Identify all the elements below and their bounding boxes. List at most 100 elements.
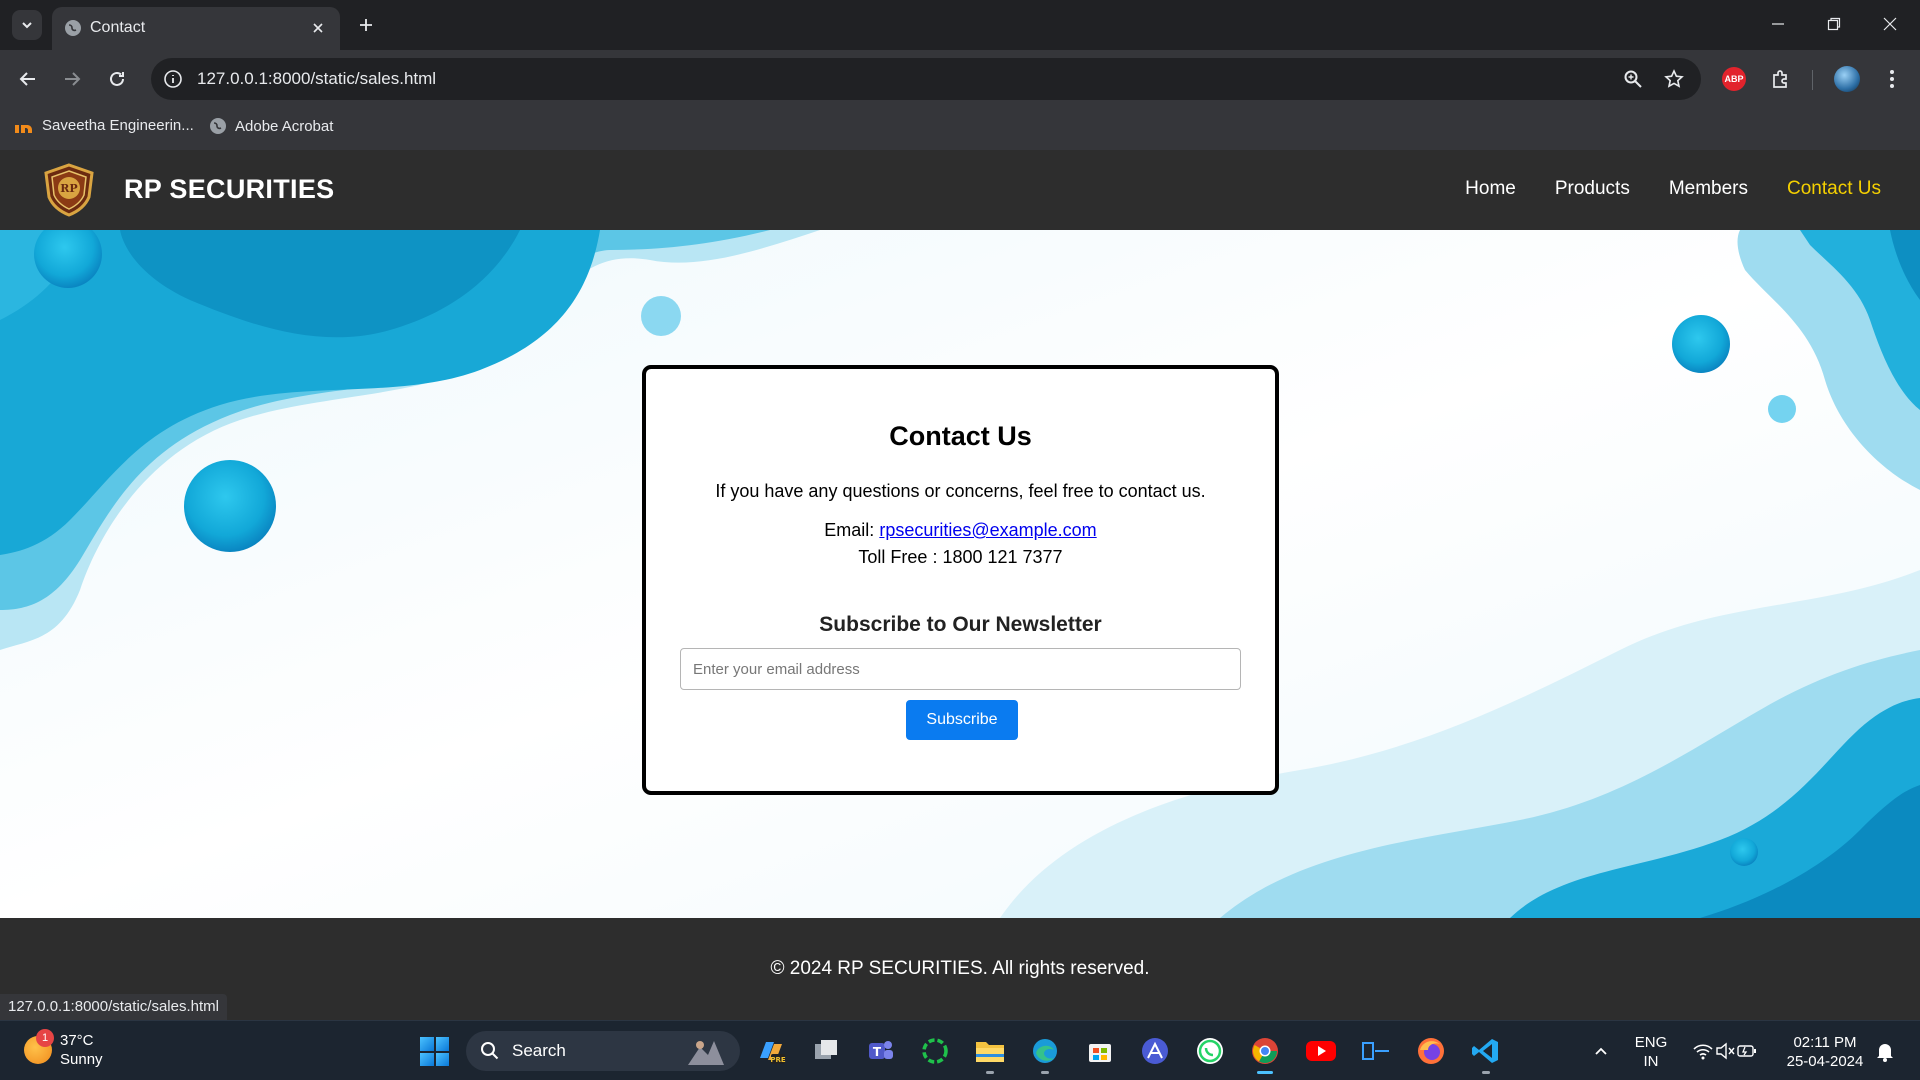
start-button[interactable] [420, 1037, 449, 1066]
bookmark-adobe-acrobat[interactable]: Adobe Acrobat [209, 117, 333, 135]
nav-contact-us[interactable]: Contact Us [1787, 178, 1881, 200]
reload-button[interactable] [99, 61, 135, 97]
bookmark-label: Adobe Acrobat [235, 117, 334, 135]
bookmarks-bar: Saveetha Engineerin... Adobe Acrobat [0, 108, 1920, 150]
task-view-icon[interactable] [810, 1035, 842, 1067]
whatsapp-icon[interactable] [1194, 1035, 1226, 1067]
puzzle-icon [1773, 70, 1787, 88]
quick-settings-button[interactable] [1680, 1035, 1770, 1067]
sun-icon: 1 [24, 1029, 54, 1064]
close-window-button[interactable] [1862, 0, 1918, 48]
weather-temp: 37°C [60, 1032, 94, 1049]
minimize-icon [1772, 23, 1784, 25]
svg-text:T: T [873, 1045, 882, 1059]
app-running-indicator [1482, 1071, 1490, 1074]
tab-search-button[interactable] [12, 10, 42, 40]
language-indicator[interactable]: ENG IN [1633, 1033, 1669, 1071]
browser-toolbar: 127.0.0.1:8000/static/sales.html ABP [0, 50, 1920, 108]
brand-name[interactable]: RP SECURITIES [124, 174, 334, 205]
browser-tabstrip: Contact [0, 0, 1920, 50]
site-footer: © 2024 RP SECURITIES. All rights reserve… [0, 918, 1920, 1021]
bookmark-star-button[interactable] [1662, 67, 1686, 91]
nav-products[interactable]: Products [1555, 178, 1630, 200]
app-running-indicator [1041, 1071, 1049, 1074]
clock[interactable]: 02:11 PM 25-04-2024 [1782, 1033, 1868, 1071]
svg-text:PRE: PRE [770, 1056, 786, 1064]
copilot-icon[interactable]: PRE [755, 1035, 787, 1067]
tab-close-button[interactable] [306, 16, 330, 40]
contact-hero: Contact Us If you have any questions or … [0, 230, 1920, 918]
windows-logo-tile [420, 1052, 434, 1066]
shield-logo-icon: RP [44, 163, 94, 217]
notification-badge: 1 [36, 1029, 54, 1047]
reload-icon [110, 71, 124, 86]
bell-icon [1877, 1044, 1893, 1062]
abp-icon: ABP [1722, 67, 1746, 91]
forward-button[interactable] [54, 61, 90, 97]
extensions-button[interactable] [1763, 61, 1799, 97]
contact-title: Contact Us [889, 421, 1032, 451]
globe-icon [210, 118, 226, 134]
search-label: Search [512, 1041, 566, 1060]
globe-icon [65, 20, 81, 36]
adblock-extension-button[interactable]: ABP [1716, 61, 1752, 97]
browser-menu-button[interactable] [1874, 61, 1910, 97]
chevron-up-icon [1595, 1047, 1607, 1055]
wifi-icon [1693, 1044, 1713, 1060]
minimize-button[interactable] [1750, 0, 1806, 48]
tab-title: Contact [90, 19, 146, 36]
arrow-left-icon [19, 72, 35, 86]
app-active-indicator [1257, 1071, 1273, 1074]
back-button[interactable] [10, 61, 46, 97]
email-link[interactable]: rpsecurities@example.com [879, 520, 1096, 540]
weather-condition: Sunny [60, 1051, 103, 1068]
weather-widget[interactable]: 1 37°C Sunny [24, 1029, 103, 1069]
toolbar-separator [1812, 70, 1813, 90]
newsletter-title: Subscribe to Our Newsletter [819, 613, 1102, 636]
file-explorer-icon[interactable] [974, 1035, 1006, 1067]
teams-icon[interactable]: T [864, 1035, 896, 1067]
address-bar[interactable]: 127.0.0.1:8000/static/sales.html [151, 58, 1701, 100]
newsletter-email-input[interactable] [680, 648, 1241, 690]
saveetha-favicon-icon [15, 124, 32, 133]
subscribe-button[interactable]: Subscribe [906, 700, 1018, 740]
terminal-icon[interactable] [1360, 1035, 1392, 1067]
close-icon [313, 23, 323, 33]
contact-intro: If you have any questions or concerns, f… [715, 481, 1206, 501]
nav-members[interactable]: Members [1669, 178, 1748, 200]
clock-time: 02:11 PM [1793, 1034, 1857, 1051]
windows-taskbar: 1 37°C Sunny Search PRE T ENG IN 02:11 P… [0, 1020, 1920, 1080]
restore-button[interactable] [1806, 0, 1862, 48]
loader-icon[interactable] [919, 1035, 951, 1067]
vscode-icon[interactable] [1470, 1035, 1502, 1067]
chrome-icon[interactable] [1249, 1035, 1281, 1067]
affinity-icon[interactable] [1139, 1035, 1171, 1067]
browser-tab-contact[interactable]: Contact [52, 7, 340, 50]
speaker-muted-icon [1716, 1042, 1735, 1060]
contact-card: Contact Us If you have any questions or … [642, 365, 1279, 795]
nav-home[interactable]: Home [1465, 178, 1516, 200]
chevron-down-icon [22, 22, 32, 29]
search-highlight-icon [688, 1041, 724, 1065]
new-tab-button[interactable] [352, 11, 380, 39]
plus-icon [360, 19, 372, 31]
tray-overflow-button[interactable] [1585, 1035, 1617, 1067]
arrow-right-icon [65, 72, 81, 86]
info-icon [164, 70, 182, 88]
youtube-icon[interactable] [1305, 1035, 1337, 1067]
site-header: RP RP SECURITIES Home Products Members C… [0, 150, 1920, 230]
windows-logo-tile [435, 1052, 449, 1066]
language-code: ENG [1634, 1034, 1668, 1051]
site-info-button[interactable] [161, 67, 185, 91]
edge-icon[interactable] [1029, 1035, 1061, 1067]
notifications-button[interactable] [1871, 1037, 1899, 1065]
battery-icon [1737, 1045, 1756, 1057]
profile-button[interactable] [1829, 61, 1865, 97]
taskbar-search[interactable]: Search [466, 1031, 740, 1071]
firefox-icon[interactable] [1415, 1035, 1447, 1067]
zoom-button[interactable] [1621, 67, 1645, 91]
store-icon[interactable] [1084, 1035, 1116, 1067]
kebab-menu-icon [1890, 70, 1894, 88]
address-url[interactable]: 127.0.0.1:8000/static/sales.html [197, 69, 436, 89]
bookmark-saveetha[interactable]: Saveetha Engineerin... [14, 117, 194, 134]
